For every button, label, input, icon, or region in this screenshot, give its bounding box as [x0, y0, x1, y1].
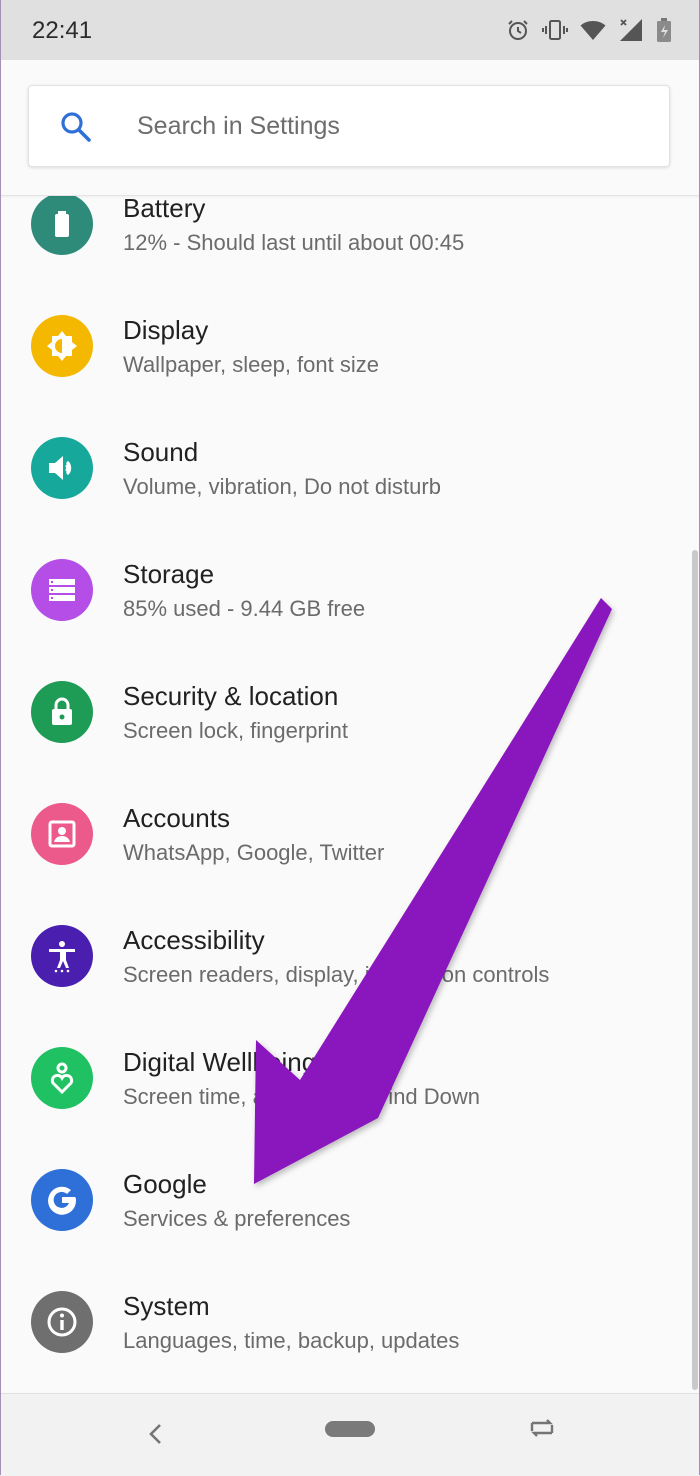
settings-item-subtitle: 85% used - 9.44 GB free [123, 596, 366, 621]
settings-item-subtitle: Screen time, app timers, Wind Down [123, 1084, 481, 1109]
settings-item-sound[interactable]: Sound Volume, vibration, Do not disturb [0, 429, 700, 551]
settings-item-title: Display [123, 315, 209, 345]
settings-item-subtitle: 12% - Should last until about 00:45 [123, 230, 465, 255]
settings-item-battery[interactable]: Battery 12% - Should last until about 00… [0, 195, 700, 307]
settings-item-title: Accounts [123, 803, 230, 833]
settings-item-display[interactable]: Display Wallpaper, sleep, font size [0, 307, 700, 429]
status-bar: 22:41 [0, 0, 700, 60]
status-icons [506, 14, 672, 46]
search-input[interactable]: Search in Settings [28, 85, 670, 167]
search-placeholder: Search in Settings [137, 112, 340, 140]
settings-item-accessibility[interactable]: Accessibility Screen readers, display, i… [0, 917, 700, 1039]
search-area: Search in Settings [0, 60, 700, 196]
rotate-icon[interactable] [527, 1414, 557, 1442]
cell-signal-icon [620, 19, 642, 41]
settings-item-title: Storage [123, 559, 215, 589]
settings-item-subtitle: Screen lock, fingerprint [123, 718, 348, 743]
battery-icon [657, 18, 671, 42]
brightness-icon [31, 315, 93, 377]
settings-item-title: System [123, 1291, 210, 1321]
settings-item-subtitle: Languages, time, backup, updates [123, 1328, 460, 1353]
settings-item-title: Google [123, 1169, 207, 1199]
settings-item-accounts[interactable]: Accounts WhatsApp, Google, Twitter [0, 795, 700, 917]
settings-item-subtitle: Services & preferences [123, 1206, 351, 1231]
settings-item-title: Security & location [123, 681, 339, 711]
settings-item-wellbeing[interactable]: Digital Wellbeing Screen time, app timer… [0, 1039, 700, 1161]
home-icon[interactable] [325, 1421, 375, 1437]
settings-item-system[interactable]: System Languages, time, backup, updates [0, 1283, 700, 1393]
settings-item-subtitle: WhatsApp, Google, Twitter [123, 840, 385, 865]
battery-icon [31, 195, 93, 255]
accessibility-icon [31, 925, 93, 987]
settings-item-google[interactable]: Google Services & preferences [0, 1161, 700, 1283]
settings-item-title: Accessibility [123, 925, 265, 955]
status-time: 22:41 [32, 17, 93, 44]
settings-item-storage[interactable]: Storage 85% used - 9.44 GB free [0, 551, 700, 673]
info-icon [31, 1291, 93, 1353]
settings-item-title: Battery [123, 195, 206, 223]
search-icon[interactable] [59, 110, 93, 144]
settings-item-subtitle: Volume, vibration, Do not disturb [123, 474, 441, 499]
alarm-icon [508, 20, 528, 40]
settings-item-title: Sound [123, 437, 199, 467]
back-icon[interactable] [146, 1422, 166, 1446]
settings-list: Battery 12% - Should last until about 00… [0, 195, 700, 1393]
wifi-icon [580, 21, 606, 40]
scrollbar[interactable] [692, 550, 698, 1390]
settings-item-security[interactable]: Security & location Screen lock, fingerp… [0, 673, 700, 795]
storage-icon [31, 559, 93, 621]
account-icon [31, 803, 93, 865]
navigation-bar [0, 1393, 700, 1476]
settings-item-title: Digital Wellbeing [123, 1047, 317, 1077]
settings-item-subtitle: Screen readers, display, interaction con… [123, 962, 550, 987]
heart-person-icon [31, 1047, 93, 1109]
vibrate-icon [542, 20, 568, 40]
lock-icon [31, 681, 93, 743]
google-icon [31, 1169, 93, 1231]
volume-icon [31, 437, 93, 499]
settings-item-subtitle: Wallpaper, sleep, font size [123, 352, 379, 377]
